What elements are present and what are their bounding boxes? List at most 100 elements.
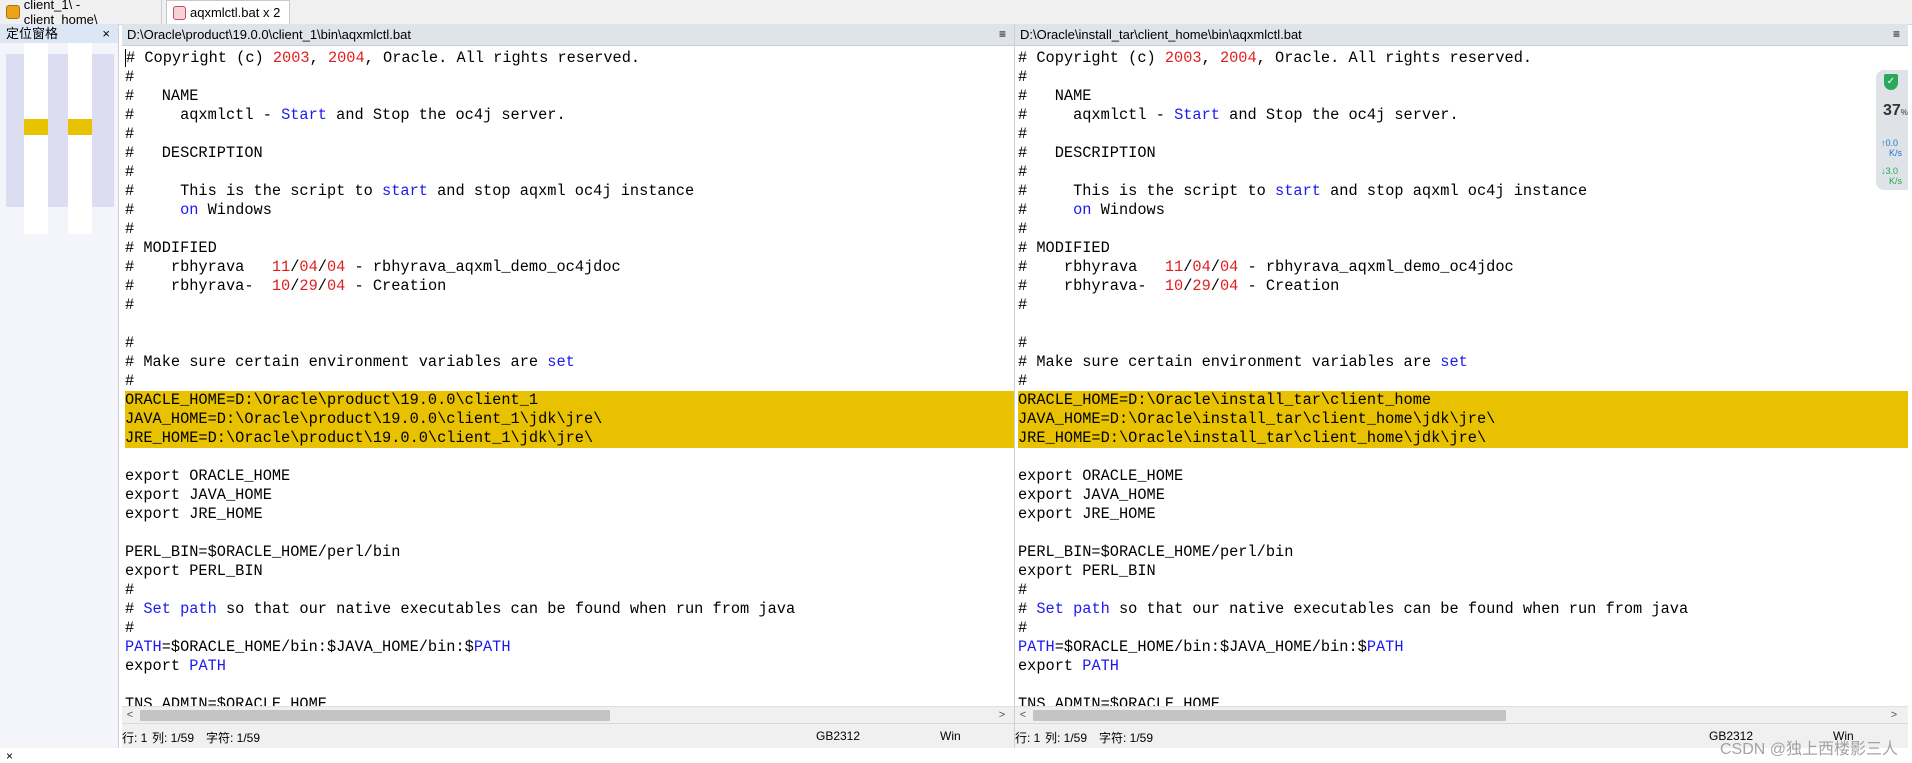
code-line[interactable]: PERL_BIN=$ORACLE_HOME/perl/bin bbox=[125, 543, 1014, 562]
download-rate: ↓3.0 K/s bbox=[1881, 166, 1903, 186]
location-viewport[interactable] bbox=[6, 54, 114, 207]
right-horizontal-scrollbar[interactable]: < > bbox=[1015, 706, 1908, 724]
diff-marker-right[interactable] bbox=[68, 119, 92, 135]
code-line[interactable]: PERL_BIN=$ORACLE_HOME/perl/bin bbox=[1018, 543, 1908, 562]
scroll-right-icon[interactable]: > bbox=[1886, 707, 1902, 724]
tab-folder-compare[interactable]: client_1\ - client_home\ bbox=[0, 0, 162, 27]
code-line[interactable]: # This is the script to start and stop a… bbox=[125, 182, 1014, 201]
code-line[interactable]: # bbox=[125, 581, 1014, 600]
code-line[interactable]: # bbox=[1018, 334, 1908, 353]
diff-line[interactable]: JRE_HOME=D:\Oracle\install_tar\client_ho… bbox=[1018, 429, 1908, 448]
code-line[interactable]: ​ bbox=[1018, 448, 1908, 467]
code-line[interactable]: export JAVA_HOME bbox=[1018, 486, 1908, 505]
status-eol[interactable]: Win bbox=[940, 729, 961, 743]
code-line[interactable]: # Set path so that our native executable… bbox=[125, 600, 1014, 619]
left-code-view[interactable]: # Copyright (c) 2003, 2004, Oracle. All … bbox=[125, 49, 1014, 735]
compare-folder-icon bbox=[6, 5, 20, 19]
code-line[interactable]: export JAVA_HOME bbox=[125, 486, 1014, 505]
code-line[interactable]: PATH=$ORACLE_HOME/bin:$JAVA_HOME/bin:$PA… bbox=[1018, 638, 1908, 657]
code-line[interactable]: export ORACLE_HOME bbox=[125, 467, 1014, 486]
diff-line[interactable]: JAVA_HOME=D:\Oracle\product\19.0.0\clien… bbox=[125, 410, 1014, 429]
code-line[interactable]: # NAME bbox=[125, 87, 1014, 106]
code-line[interactable]: # bbox=[125, 125, 1014, 144]
diff-line[interactable]: ORACLE_HOME=D:\Oracle\install_tar\client… bbox=[1018, 391, 1908, 410]
right-code-view[interactable]: # Copyright (c) 2003, 2004, Oracle. All … bbox=[1018, 49, 1908, 735]
code-line[interactable]: # This is the script to start and stop a… bbox=[1018, 182, 1908, 201]
left-horizontal-scrollbar[interactable]: < > bbox=[122, 706, 1014, 724]
code-line[interactable]: # bbox=[1018, 68, 1908, 87]
code-line[interactable]: ​ bbox=[125, 524, 1014, 543]
code-line[interactable]: ​ bbox=[1018, 676, 1908, 695]
code-line[interactable]: export ORACLE_HOME bbox=[1018, 467, 1908, 486]
code-line[interactable]: # bbox=[125, 163, 1014, 182]
left-status-bar: 行: 1 列: 1/59 字符: 1/59 GB2312 Win bbox=[122, 723, 1014, 748]
scroll-left-icon[interactable]: < bbox=[122, 707, 138, 724]
code-line[interactable]: ​ bbox=[1018, 524, 1908, 543]
code-line[interactable]: # Make sure certain environment variable… bbox=[125, 353, 1014, 372]
code-line[interactable]: # Copyright (c) 2003, 2004, Oracle. All … bbox=[125, 49, 1014, 68]
code-line[interactable]: # bbox=[125, 220, 1014, 239]
code-line[interactable]: # aqxmlctl - Start and Stop the oc4j ser… bbox=[1018, 106, 1908, 125]
code-line[interactable]: # bbox=[1018, 163, 1908, 182]
diff-line[interactable]: JAVA_HOME=D:\Oracle\install_tar\client_h… bbox=[1018, 410, 1908, 429]
left-editor-pane[interactable]: D:\Oracle\product\19.0.0\client_1\bin\aq… bbox=[122, 24, 1015, 748]
tab-file-compare[interactable]: aqxmlctl.bat x 2 bbox=[166, 0, 290, 24]
code-line[interactable]: # bbox=[125, 68, 1014, 87]
close-icon[interactable]: × bbox=[6, 749, 13, 763]
code-line[interactable]: # bbox=[125, 296, 1014, 315]
code-line[interactable]: # MODIFIED bbox=[125, 239, 1014, 258]
code-line[interactable]: # bbox=[1018, 372, 1908, 391]
code-line[interactable]: export PERL_BIN bbox=[1018, 562, 1908, 581]
menu-icon[interactable]: ≡ bbox=[999, 24, 1006, 45]
code-line[interactable]: # Make sure certain environment variable… bbox=[1018, 353, 1908, 372]
scroll-right-icon[interactable]: > bbox=[994, 707, 1010, 724]
code-line[interactable]: ​ bbox=[125, 676, 1014, 695]
code-line[interactable]: # Copyright (c) 2003, 2004, Oracle. All … bbox=[1018, 49, 1908, 68]
code-line[interactable]: # bbox=[1018, 220, 1908, 239]
right-editor-pane[interactable]: D:\Oracle\install_tar\client_home\bin\aq… bbox=[1015, 24, 1908, 748]
code-line[interactable]: # Set path so that our native executable… bbox=[1018, 600, 1908, 619]
code-line[interactable]: export JRE_HOME bbox=[1018, 505, 1908, 524]
left-file-path: D:\Oracle\product\19.0.0\client_1\bin\aq… bbox=[127, 27, 411, 42]
scroll-thumb[interactable] bbox=[140, 710, 610, 721]
system-monitor-widget[interactable]: ✓ 37% ↑0.0 K/s ↓3.0 K/s bbox=[1876, 70, 1908, 190]
status-encoding[interactable]: GB2312 bbox=[816, 729, 860, 743]
code-line[interactable]: # aqxmlctl - Start and Stop the oc4j ser… bbox=[125, 106, 1014, 125]
code-line[interactable]: export PATH bbox=[125, 657, 1014, 676]
location-pane[interactable]: 定位窗格 × bbox=[0, 24, 119, 748]
code-line[interactable]: # bbox=[125, 372, 1014, 391]
code-line[interactable]: # bbox=[1018, 296, 1908, 315]
code-line[interactable]: export PATH bbox=[1018, 657, 1908, 676]
status-col: 列: 1/59 bbox=[1045, 731, 1088, 745]
close-icon[interactable]: × bbox=[102, 24, 110, 43]
diff-marker-left[interactable] bbox=[24, 119, 48, 135]
code-line[interactable]: # DESCRIPTION bbox=[1018, 144, 1908, 163]
scroll-thumb[interactable] bbox=[1033, 710, 1506, 721]
code-line[interactable]: # rbhyrava- 10/29/04 - Creation bbox=[1018, 277, 1908, 296]
diff-line[interactable]: JRE_HOME=D:\Oracle\product\19.0.0\client… bbox=[125, 429, 1014, 448]
diff-line[interactable]: ORACLE_HOME=D:\Oracle\product\19.0.0\cli… bbox=[125, 391, 1014, 410]
code-line[interactable]: ​ bbox=[125, 315, 1014, 334]
code-line[interactable]: # rbhyrava- 10/29/04 - Creation bbox=[125, 277, 1014, 296]
status-chars: 字符: 1/59 bbox=[1099, 731, 1154, 745]
code-line[interactable]: export JRE_HOME bbox=[125, 505, 1014, 524]
code-line[interactable]: # bbox=[1018, 619, 1908, 638]
scroll-left-icon[interactable]: < bbox=[1015, 707, 1031, 724]
code-line[interactable]: # rbhyrava 11/04/04 - rbhyrava_aqxml_dem… bbox=[125, 258, 1014, 277]
code-line[interactable]: # NAME bbox=[1018, 87, 1908, 106]
code-line[interactable]: export PERL_BIN bbox=[125, 562, 1014, 581]
code-line[interactable]: # DESCRIPTION bbox=[125, 144, 1014, 163]
code-line[interactable]: # rbhyrava 11/04/04 - rbhyrava_aqxml_dem… bbox=[1018, 258, 1908, 277]
code-line[interactable]: # on Windows bbox=[1018, 201, 1908, 220]
code-line[interactable]: # bbox=[125, 619, 1014, 638]
code-line[interactable]: # on Windows bbox=[125, 201, 1014, 220]
code-line[interactable]: ​ bbox=[125, 448, 1014, 467]
code-line[interactable]: # bbox=[1018, 581, 1908, 600]
widget-percent: 37% bbox=[1883, 102, 1908, 119]
code-line[interactable]: PATH=$ORACLE_HOME/bin:$JAVA_HOME/bin:$PA… bbox=[125, 638, 1014, 657]
menu-icon[interactable]: ≡ bbox=[1893, 24, 1900, 45]
code-line[interactable]: ​ bbox=[1018, 315, 1908, 334]
code-line[interactable]: # bbox=[125, 334, 1014, 353]
code-line[interactable]: # bbox=[1018, 125, 1908, 144]
code-line[interactable]: # MODIFIED bbox=[1018, 239, 1908, 258]
